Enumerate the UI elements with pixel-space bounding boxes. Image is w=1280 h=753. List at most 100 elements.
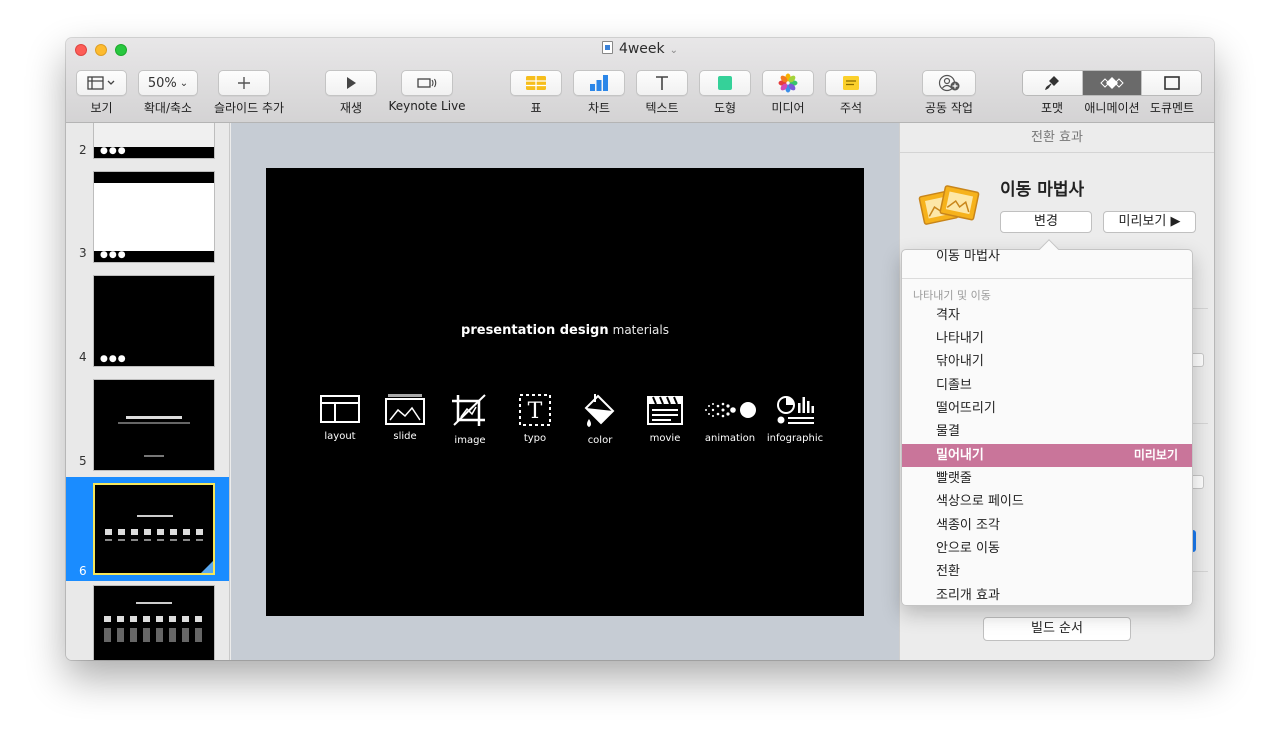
menu-item[interactable]: 닦아내기 <box>902 350 1192 373</box>
add-slide-button[interactable] <box>218 70 270 96</box>
table-button[interactable] <box>510 70 562 96</box>
menu-item[interactable]: 빨랫줄 <box>902 467 1192 490</box>
media-button[interactable] <box>762 70 814 96</box>
comment-button[interactable] <box>825 70 877 96</box>
menu-item[interactable]: 떨어뜨리기 <box>902 397 1192 420</box>
table-control[interactable]: 표 <box>510 70 562 116</box>
shape-control[interactable]: 도형 <box>699 70 751 116</box>
image-item[interactable]: image <box>437 393 503 446</box>
menu-item[interactable]: 안으로 이동 <box>902 537 1192 560</box>
slide-number: 2 <box>79 143 87 157</box>
animation-item[interactable]: animation <box>697 393 763 444</box>
slide-thumbnail-row[interactable] <box>66 585 229 660</box>
animation-icon <box>705 402 756 418</box>
play-button[interactable] <box>325 70 377 96</box>
media-control[interactable]: 미디어 <box>762 70 814 116</box>
animate-tab[interactable] <box>1082 71 1143 95</box>
slide-thumbnail-row[interactable]: ●●● 2 <box>66 123 229 159</box>
menu-item[interactable]: 색종이 조각 <box>902 514 1192 537</box>
current-slide[interactable]: presentation design materials layout slid… <box>266 168 864 616</box>
icon-label: slide <box>393 431 417 442</box>
text-control[interactable]: 텍스트 <box>636 70 688 116</box>
layout-item[interactable]: layout <box>307 393 373 442</box>
slide-thumbnail[interactable]: ●●● <box>93 275 215 367</box>
slide-thumbnail-row-selected[interactable]: 6 <box>66 477 229 581</box>
menu-item[interactable]: 디졸브 <box>902 374 1192 397</box>
magic-move-icon <box>918 183 980 233</box>
menu-item-highlighted[interactable]: 밀어내기 미리보기 <box>902 444 1192 467</box>
table-label: 표 <box>530 101 542 115</box>
add-slide-control[interactable]: 슬라이드 추가 <box>214 70 284 116</box>
document-tab[interactable] <box>1142 71 1201 95</box>
color-item[interactable]: color <box>567 393 633 446</box>
color-icon <box>584 394 615 427</box>
keynote-live-button[interactable] <box>401 70 453 96</box>
movie-item[interactable]: movie <box>632 393 698 444</box>
slide-thumbnail-row[interactable]: ●●● 3 <box>66 168 229 263</box>
view-button[interactable] <box>76 70 127 96</box>
window-title-bar: 4week ⌄ <box>66 41 1214 57</box>
slide-title-bold: presentation design <box>461 323 609 338</box>
transition-effect-name: 이동 마법사 <box>1000 180 1085 200</box>
view-label: 보기 <box>90 101 113 115</box>
text-button[interactable] <box>636 70 688 96</box>
menu-item[interactable]: 색상으로 페이드 <box>902 490 1192 513</box>
preview-button[interactable]: 미리보기 ▶ <box>1103 211 1196 233</box>
slide-thumbnail[interactable] <box>93 483 215 575</box>
slide-item[interactable]: slide <box>372 393 438 442</box>
animate-icon <box>1100 77 1124 89</box>
slide-thumbnail[interactable]: ●●● <box>93 171 215 263</box>
slide-thumbnail-row[interactable]: 5 <box>66 376 229 471</box>
document-icon <box>1163 76 1180 90</box>
chart-button[interactable] <box>573 70 625 96</box>
menu-item[interactable]: 전환 <box>902 560 1192 583</box>
comment-control[interactable]: 주석 <box>825 70 877 116</box>
slide-thumbnail-row[interactable]: ●●● 4 <box>66 272 229 367</box>
menu-item[interactable]: 나타내기 <box>902 327 1192 350</box>
slide-thumbnail[interactable] <box>93 379 215 471</box>
title-chevron-icon[interactable]: ⌄ <box>670 45 678 56</box>
hidden-field-edge <box>1192 475 1204 489</box>
chart-control[interactable]: 차트 <box>573 70 625 116</box>
shape-button[interactable] <box>699 70 751 96</box>
format-label: 포맷 <box>1040 101 1064 115</box>
zoom-control[interactable]: 50% ⌄ 확대/축소 <box>138 70 198 116</box>
svg-text:T: T <box>528 399 543 424</box>
slide-canvas[interactable]: presentation design materials layout slid… <box>231 123 899 660</box>
toolbar: 4week ⌄ 보기 50% ⌄ 확대/축소 슬라이드 추가 재생 Keynot… <box>66 38 1214 123</box>
zoom-select[interactable]: 50% ⌄ <box>138 70 198 96</box>
inspector-segmented-control[interactable]: 포맷 애니메이션 도큐멘트 <box>1022 70 1202 116</box>
slide-thumbnail[interactable] <box>93 585 215 660</box>
transition-effect-menu[interactable]: 이동 마법사 나타내기 및 이동 격자 나타내기 닦아내기 디졸브 떨어뜨리기 … <box>901 239 1193 607</box>
infographic-item[interactable]: infographic <box>762 393 828 444</box>
play-control[interactable]: 재생 <box>325 70 377 116</box>
typo-item[interactable]: T typo <box>502 393 568 444</box>
keynote-live-icon <box>417 78 437 88</box>
image-icon <box>452 394 486 426</box>
slide-number: 3 <box>79 246 87 260</box>
keynote-live-control[interactable]: Keynote Live <box>388 70 466 113</box>
icon-label: infographic <box>766 433 824 444</box>
inspector-header[interactable]: 전환 효과 <box>900 123 1214 153</box>
text-icon <box>656 76 668 90</box>
collaborate-label: 공동 작업 <box>925 101 973 115</box>
slide-title[interactable]: presentation design materials <box>266 323 864 338</box>
collaborate-button[interactable] <box>922 70 976 96</box>
change-effect-button[interactable]: 변경 <box>1000 211 1092 233</box>
format-tab[interactable] <box>1023 71 1083 95</box>
slide-thumbnail[interactable]: ●●● <box>93 123 215 159</box>
menu-item[interactable]: 물결 <box>902 420 1192 443</box>
menu-item-magic-move[interactable]: 이동 마법사 <box>902 245 1192 268</box>
menu-item[interactable]: 조리개 효과 <box>902 584 1192 607</box>
hidden-field-edge <box>1192 353 1204 367</box>
infographic-icon <box>777 396 814 424</box>
view-control[interactable]: 보기 <box>76 70 127 116</box>
slide-dots: ●●● <box>100 146 127 156</box>
animate-label: 애니메이션 <box>1084 101 1140 115</box>
play-icon <box>347 77 356 89</box>
window-title[interactable]: 4week <box>619 41 665 57</box>
build-order-button[interactable]: 빌드 순서 <box>983 617 1131 641</box>
collaborate-control[interactable]: 공동 작업 <box>922 70 976 116</box>
menu-item[interactable]: 격자 <box>902 304 1192 327</box>
slide-navigator[interactable]: ●●● 2 ●●● 3 ●●● 4 5 6 <box>66 123 230 660</box>
